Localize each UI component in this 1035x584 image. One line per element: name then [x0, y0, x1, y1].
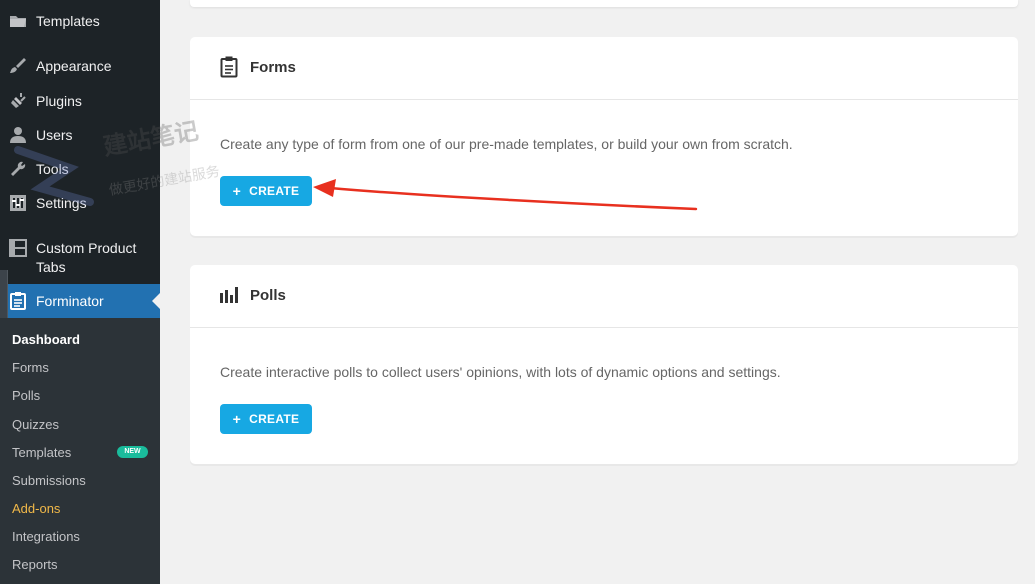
plug-icon — [8, 91, 28, 111]
clipboard-icon — [220, 56, 238, 78]
sliders-icon — [8, 193, 28, 213]
submenu-item-reports[interactable]: Reports — [12, 557, 58, 573]
wrench-icon — [8, 159, 28, 179]
polls-card-description: Create interactive polls to collect user… — [220, 364, 781, 380]
menu-label: Templates — [36, 12, 100, 29]
submenu-item-submissions[interactable]: Submissions — [12, 473, 86, 489]
menu-label: Forminator — [36, 292, 104, 309]
menu-item-custom-product-tabs[interactable]: Custom Product Tabs — [0, 238, 160, 278]
menu-label: Plugins — [36, 92, 82, 109]
user-icon — [8, 125, 28, 145]
menu-item-users[interactable]: Users — [0, 125, 160, 145]
create-poll-button-label: CREATE — [249, 412, 300, 426]
bar-chart-icon — [220, 287, 238, 309]
submenu-item-integrations[interactable]: Integrations — [12, 529, 80, 545]
menu-label: Settings — [36, 194, 87, 211]
forms-card-description: Create any type of form from one of our … — [220, 136, 793, 152]
menu-item-tools[interactable]: Tools — [0, 159, 160, 179]
forms-card: Forms Create any type of form from one o… — [190, 37, 1018, 236]
create-form-button-label: CREATE — [249, 184, 300, 198]
polls-card-title: Polls — [250, 287, 286, 304]
new-badge: NEW — [117, 446, 148, 458]
submenu-item-forms[interactable]: Forms — [12, 360, 49, 376]
previous-card-edge — [190, 0, 1018, 7]
create-poll-button[interactable]: + CREATE — [220, 404, 312, 434]
menu-item-settings[interactable]: Settings — [0, 193, 160, 213]
menu-label-line2: Tabs — [36, 259, 66, 275]
submenu-item-templates[interactable]: Templates — [12, 445, 71, 461]
menu-item-templates[interactable]: Templates — [0, 11, 160, 31]
admin-sidebar: Templates Appearance Plugins Users Tools… — [0, 0, 160, 584]
submenu-item-polls[interactable]: Polls — [12, 388, 40, 404]
table-icon — [8, 238, 28, 258]
forms-card-title: Forms — [250, 59, 296, 76]
menu-label-line1: Custom Product — [36, 240, 137, 256]
forms-card-header: Forms — [190, 37, 1018, 100]
menu-item-forminator[interactable]: Forminator — [0, 284, 160, 318]
paintbrush-icon — [8, 56, 28, 76]
menu-label: Appearance — [36, 57, 112, 74]
polls-card-header: Polls — [190, 265, 1018, 328]
menu-label: Tools — [36, 160, 69, 177]
plus-icon: + — [232, 411, 242, 427]
polls-card: Polls Create interactive polls to collec… — [190, 265, 1018, 464]
submenu-item-add-ons[interactable]: Add-ons — [12, 501, 60, 517]
menu-item-appearance[interactable]: Appearance — [0, 56, 160, 76]
menu-label: Users — [36, 126, 73, 143]
menu-item-plugins[interactable]: Plugins — [0, 91, 160, 111]
submenu-item-quizzes[interactable]: Quizzes — [12, 417, 59, 433]
folder-icon — [8, 11, 28, 31]
create-form-button[interactable]: + CREATE — [220, 176, 312, 206]
clipboard-icon — [8, 291, 28, 311]
submenu-item-dashboard[interactable]: Dashboard — [12, 332, 80, 348]
plus-icon: + — [232, 183, 242, 199]
